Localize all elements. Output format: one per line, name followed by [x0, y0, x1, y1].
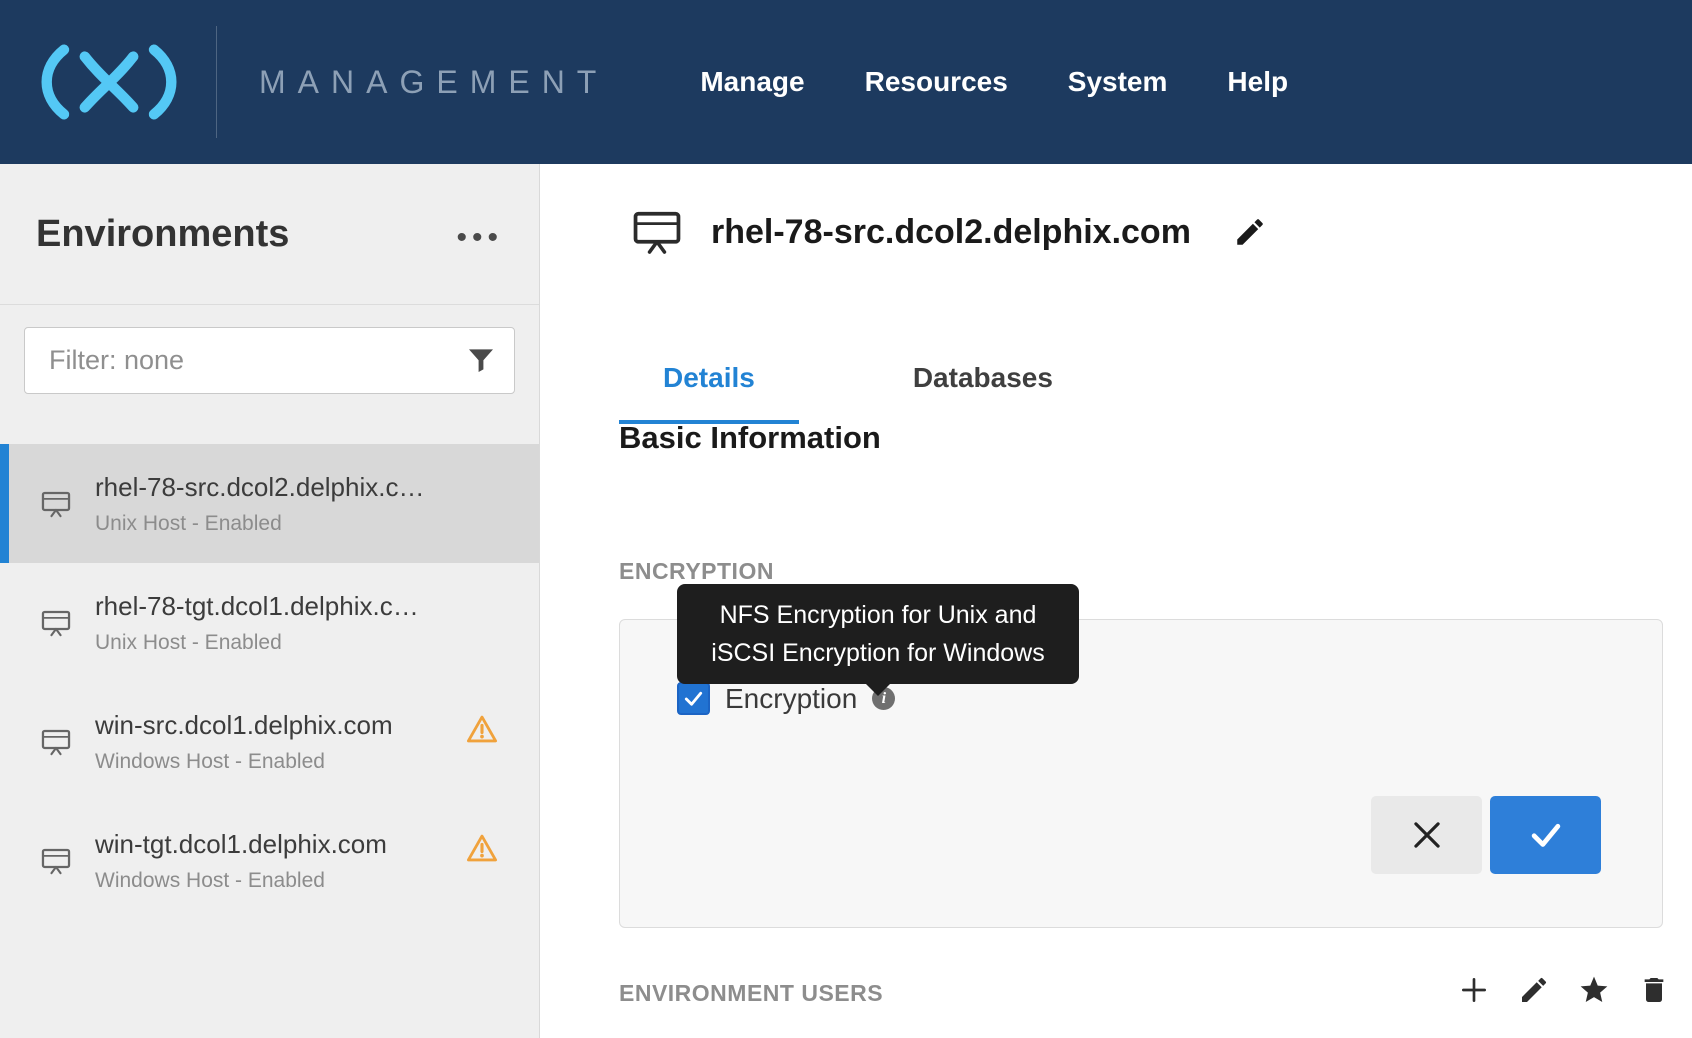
environment-status: Windows Host - Enabled	[95, 869, 387, 893]
encryption-tooltip: NFS Encryption for Unix and iSCSI Encryp…	[677, 584, 1079, 684]
product-name: MANAGEMENT	[259, 64, 608, 101]
environment-text: rhel-78-tgt.dcol1.delphix.c… Unix Host -…	[95, 591, 419, 655]
environment-item-rhel-78-tgt[interactable]: rhel-78-tgt.dcol1.delphix.c… Unix Host -…	[0, 563, 539, 682]
host-icon	[39, 606, 73, 640]
nav-system[interactable]: System	[1068, 66, 1168, 98]
environment-status: Unix Host - Enabled	[95, 631, 419, 655]
basic-information-heading: Basic Information	[619, 420, 881, 456]
filter-bar	[24, 327, 515, 394]
add-user-icon[interactable]	[1458, 974, 1490, 1006]
environment-name: win-tgt.dcol1.delphix.com	[95, 829, 387, 860]
host-icon	[629, 204, 685, 260]
environment-item-win-src[interactable]: win-src.dcol1.delphix.com Windows Host -…	[0, 682, 539, 801]
delphix-logo-icon[interactable]	[34, 40, 184, 124]
environment-users-section-label: ENVIRONMENT USERS	[619, 980, 883, 1007]
host-icon	[39, 844, 73, 878]
checkmark-icon	[682, 687, 705, 710]
main-nav: Manage Resources System Help	[700, 66, 1288, 98]
sidebar-header: Environments •••	[0, 164, 539, 305]
environment-item-win-tgt[interactable]: win-tgt.dcol1.delphix.com Windows Host -…	[0, 801, 539, 920]
topbar-divider	[216, 26, 217, 138]
environment-status: Windows Host - Enabled	[95, 750, 393, 774]
environment-list: rhel-78-src.dcol2.delphix.c… Unix Host -…	[0, 444, 539, 920]
environment-status: Unix Host - Enabled	[95, 512, 424, 536]
environment-name: rhel-78-src.dcol2.delphix.c…	[95, 472, 424, 503]
tooltip-line-2: iSCSI Encryption for Windows	[687, 634, 1069, 672]
environment-text: rhel-78-src.dcol2.delphix.c… Unix Host -…	[95, 472, 424, 536]
confirm-button[interactable]	[1490, 796, 1601, 874]
tab-details[interactable]: Details	[619, 362, 799, 424]
nav-manage[interactable]: Manage	[700, 66, 804, 98]
overflow-menu-icon[interactable]: •••	[456, 215, 503, 253]
primary-user-star-icon[interactable]	[1578, 974, 1610, 1006]
edit-title-pencil-icon[interactable]	[1233, 215, 1267, 249]
encryption-section-label: ENCRYPTION	[619, 558, 774, 585]
delete-user-trash-icon[interactable]	[1638, 974, 1670, 1006]
filter-input[interactable]	[24, 327, 515, 394]
environment-title-row: rhel-78-src.dcol2.delphix.com	[629, 204, 1267, 260]
environment-text: win-src.dcol1.delphix.com Windows Host -…	[95, 710, 393, 774]
sidebar-title: Environments	[36, 213, 289, 256]
warning-icon	[465, 831, 499, 865]
encryption-checkbox-label: Encryption	[725, 683, 857, 715]
environment-item-rhel-78-src[interactable]: rhel-78-src.dcol2.delphix.c… Unix Host -…	[0, 444, 539, 563]
encryption-checkbox[interactable]	[677, 682, 710, 715]
nav-resources[interactable]: Resources	[865, 66, 1008, 98]
detail-tabs: Details Databases	[619, 362, 1097, 424]
close-icon	[1408, 816, 1446, 854]
environment-detail-panel: rhel-78-src.dcol2.delphix.com Details Da…	[541, 164, 1692, 1038]
edit-user-pencil-icon[interactable]	[1518, 974, 1550, 1006]
app-window: MANAGEMENT Manage Resources System Help …	[0, 0, 1692, 1038]
checkmark-icon	[1527, 816, 1565, 854]
encryption-checkbox-row: Encryption i	[677, 682, 895, 715]
filter-funnel-icon[interactable]	[465, 344, 497, 376]
environment-text: win-tgt.dcol1.delphix.com Windows Host -…	[95, 829, 387, 893]
tooltip-line-1: NFS Encryption for Unix and	[687, 596, 1069, 634]
nav-help[interactable]: Help	[1227, 66, 1288, 98]
top-nav-bar: MANAGEMENT Manage Resources System Help	[0, 0, 1692, 164]
cancel-button[interactable]	[1371, 796, 1482, 874]
host-icon	[39, 487, 73, 521]
host-icon	[39, 725, 73, 759]
environment-name: win-src.dcol1.delphix.com	[95, 710, 393, 741]
page-title: rhel-78-src.dcol2.delphix.com	[711, 213, 1191, 252]
tab-databases[interactable]: Databases	[869, 362, 1097, 424]
environments-sidebar: Environments ••• rhel-78-src.dcol2.delph…	[0, 164, 540, 1038]
environment-users-actions	[1458, 974, 1670, 1006]
warning-icon	[465, 712, 499, 746]
environment-name: rhel-78-tgt.dcol1.delphix.c…	[95, 591, 419, 622]
